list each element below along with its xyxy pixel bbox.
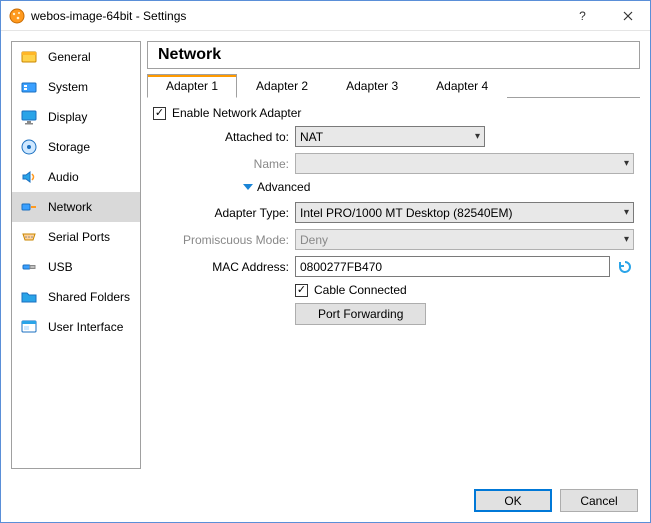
sidebar-item-label: USB xyxy=(48,260,132,274)
promiscuous-row: Promiscuous Mode: Deny ▾ xyxy=(153,229,634,250)
sidebar-item-system[interactable]: System xyxy=(12,72,140,102)
tab-label: Adapter 1 xyxy=(166,79,218,93)
tab-label: Adapter 4 xyxy=(436,79,488,93)
promiscuous-label: Promiscuous Mode: xyxy=(153,233,295,247)
attached-to-value: NAT xyxy=(300,130,323,144)
cable-row: Cable Connected xyxy=(153,283,634,297)
audio-icon xyxy=(20,168,38,186)
promiscuous-select: Deny ▾ xyxy=(295,229,634,250)
name-row: Name: ▾ xyxy=(153,153,634,174)
sidebar-item-label: Serial Ports xyxy=(48,230,132,244)
cable-connected-label: Cable Connected xyxy=(314,283,407,297)
mac-input[interactable]: 0800277FB470 xyxy=(295,256,610,277)
settings-window: webos-image-64bit - Settings ? General S… xyxy=(0,0,651,523)
sidebar-item-label: Storage xyxy=(48,140,132,154)
tab-adapter-4[interactable]: Adapter 4 xyxy=(417,74,507,98)
display-icon xyxy=(20,108,38,126)
mac-refresh-button[interactable] xyxy=(616,258,634,276)
sidebar-item-label: System xyxy=(48,80,132,94)
storage-icon xyxy=(20,138,38,156)
cancel-label: Cancel xyxy=(580,494,617,508)
disclosure-triangle-icon xyxy=(243,184,253,190)
main-panel: Network Adapter 1 Adapter 2 Adapter 3 Ad… xyxy=(147,41,640,469)
port-forwarding-row: Port Forwarding xyxy=(153,303,634,325)
promiscuous-value: Deny xyxy=(300,233,328,247)
adapter-type-value: Intel PRO/1000 MT Desktop (82540EM) xyxy=(300,206,513,220)
titlebar: webos-image-64bit - Settings ? xyxy=(1,1,650,31)
sidebar-item-user-interface[interactable]: User Interface xyxy=(12,312,140,342)
advanced-disclosure[interactable]: Advanced xyxy=(243,180,634,194)
advanced-label: Advanced xyxy=(257,180,310,194)
folder-icon xyxy=(20,288,38,306)
name-select: ▾ xyxy=(295,153,634,174)
dialog-body: General System Display Storage xyxy=(1,31,650,479)
cancel-button[interactable]: Cancel xyxy=(560,489,638,512)
sidebar-item-usb[interactable]: USB xyxy=(12,252,140,282)
port-forwarding-button[interactable]: Port Forwarding xyxy=(295,303,426,325)
chevron-down-icon: ▾ xyxy=(624,158,629,169)
attached-to-label: Attached to: xyxy=(153,130,295,144)
adapter-type-label: Adapter Type: xyxy=(153,206,295,220)
sidebar-item-label: Display xyxy=(48,110,132,124)
sidebar-item-label: Audio xyxy=(48,170,132,184)
tabs: Adapter 1 Adapter 2 Adapter 3 Adapter 4 xyxy=(147,73,640,98)
chevron-down-icon: ▾ xyxy=(624,207,629,218)
mac-label: MAC Address: xyxy=(153,260,295,274)
name-label: Name: xyxy=(153,157,295,171)
ok-label: OK xyxy=(504,494,521,508)
attached-to-row: Attached to: NAT ▾ xyxy=(153,126,634,147)
usb-icon xyxy=(20,258,38,276)
sidebar-item-label: User Interface xyxy=(48,320,132,334)
adapter-type-select[interactable]: Intel PRO/1000 MT Desktop (82540EM) ▾ xyxy=(295,202,634,223)
port-forwarding-label: Port Forwarding xyxy=(318,307,403,321)
sidebar-item-shared-folders[interactable]: Shared Folders xyxy=(12,282,140,312)
enable-adapter-label: Enable Network Adapter xyxy=(172,106,301,120)
chevron-down-icon: ▾ xyxy=(624,234,629,245)
form: Enable Network Adapter Attached to: NAT … xyxy=(147,98,640,469)
system-icon xyxy=(20,78,38,96)
tab-adapter-3[interactable]: Adapter 3 xyxy=(327,74,417,98)
network-icon xyxy=(20,198,38,216)
tab-adapter-2[interactable]: Adapter 2 xyxy=(237,74,327,98)
serial-icon xyxy=(20,228,38,246)
sidebar-item-label: General xyxy=(48,50,132,64)
sidebar-item-label: Shared Folders xyxy=(48,290,132,304)
tab-label: Adapter 3 xyxy=(346,79,398,93)
help-button[interactable]: ? xyxy=(560,1,605,30)
enable-adapter-checkbox[interactable] xyxy=(153,107,166,120)
sidebar-item-storage[interactable]: Storage xyxy=(12,132,140,162)
adapter-type-row: Adapter Type: Intel PRO/1000 MT Desktop … xyxy=(153,202,634,223)
cable-connected-checkbox[interactable] xyxy=(295,284,308,297)
mac-row: MAC Address: 0800277FB470 xyxy=(153,256,634,277)
ui-icon xyxy=(20,318,38,336)
tab-label: Adapter 2 xyxy=(256,79,308,93)
sidebar: General System Display Storage xyxy=(11,41,141,469)
chevron-down-icon: ▾ xyxy=(475,131,480,142)
attached-to-select[interactable]: NAT ▾ xyxy=(295,126,485,147)
enable-adapter-row: Enable Network Adapter xyxy=(153,106,634,120)
mac-value: 0800277FB470 xyxy=(300,260,382,274)
page-title: Network xyxy=(147,41,640,69)
sidebar-item-display[interactable]: Display xyxy=(12,102,140,132)
app-icon xyxy=(9,8,25,24)
close-button[interactable] xyxy=(605,1,650,30)
sidebar-item-general[interactable]: General xyxy=(12,42,140,72)
window-title: webos-image-64bit - Settings xyxy=(31,9,560,23)
ok-button[interactable]: OK xyxy=(474,489,552,512)
sidebar-item-label: Network xyxy=(48,200,132,214)
sidebar-item-serial-ports[interactable]: Serial Ports xyxy=(12,222,140,252)
sidebar-item-network[interactable]: Network xyxy=(12,192,140,222)
dialog-footer: OK Cancel xyxy=(1,479,650,522)
sidebar-item-audio[interactable]: Audio xyxy=(12,162,140,192)
tab-adapter-1[interactable]: Adapter 1 xyxy=(147,74,237,98)
general-icon xyxy=(20,48,38,66)
